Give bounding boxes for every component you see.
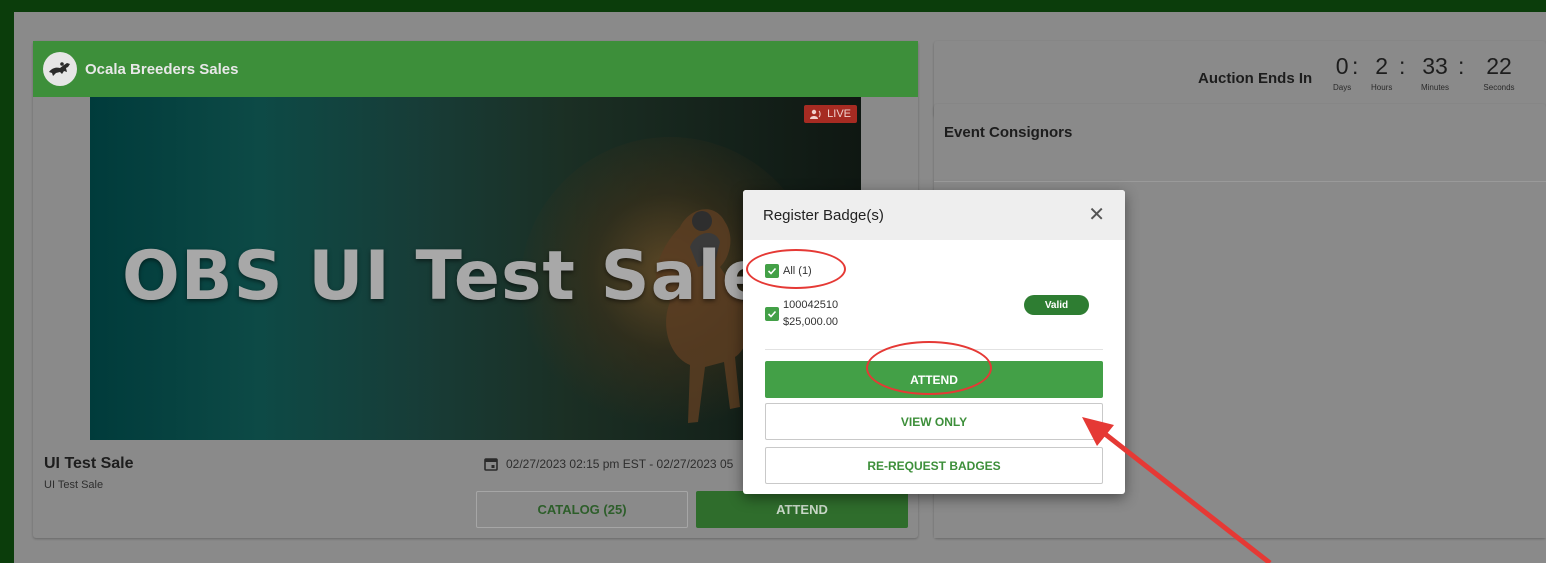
annotation-arrow [1082,417,1272,563]
